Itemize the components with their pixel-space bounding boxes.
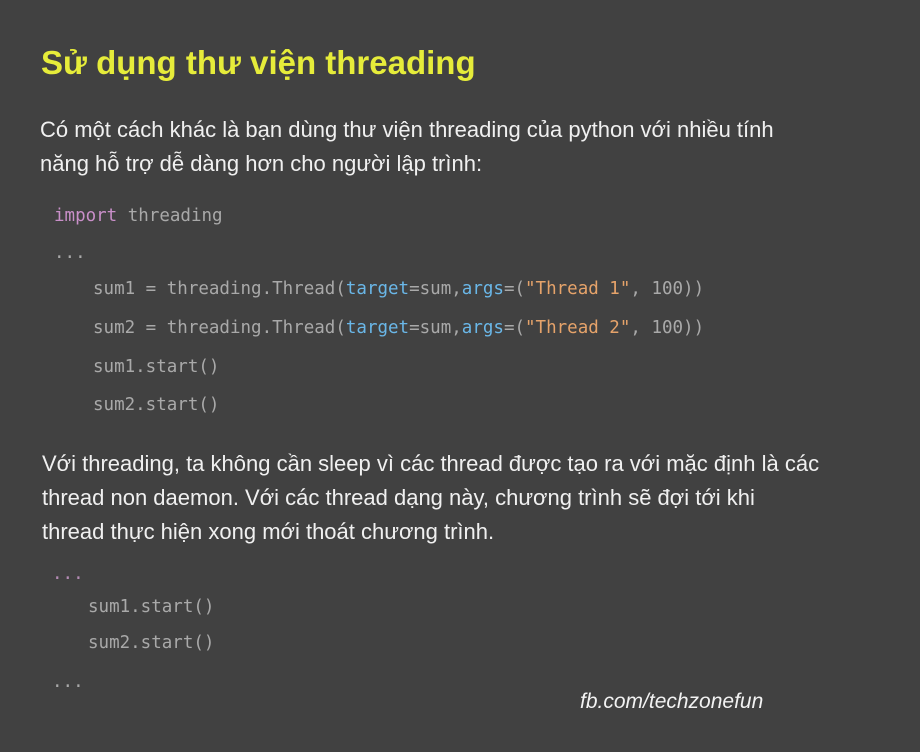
code-sum1-line: sum1 = threading.Thread(target=sum,args=… [93,277,704,301]
code-block-1: import threading ... sum1 = threading.Th… [54,204,704,415]
code-sum1-eq1: =sum, [409,279,462,299]
code-sum1-post: , 100)) [630,279,705,299]
code-start1-line: sum1.start() [93,357,220,377]
explanation-paragraph: Với threading, ta không cần sleep vì các… [42,447,892,549]
code2-start1-line: sum1.start() [88,597,215,617]
intro-line-1: Có một cách khác là bạn dùng thư viện th… [40,117,774,142]
code-start2-line: sum2.start() [93,395,220,415]
code-sum2-args: args [461,318,504,338]
explanation-line-2: thread non daemon. Với các thread dạng n… [42,485,755,510]
code-block-2: ... sum1.start() sum2.start() ... [52,562,214,692]
code-sum2-eq2: =( [503,318,526,338]
explanation-line-3: thread thực hiện xong mới thoát chương t… [42,519,495,544]
code-sum1-target: target [345,279,410,299]
code-sum2-line: sum2 = threading.Thread(target=sum,args=… [93,316,704,340]
credit-link: fb.com/techzonefun [580,690,764,713]
code-sum1-pre: sum1 = threading.Thread( [93,279,346,299]
code2-start2-line: sum2.start() [88,633,215,653]
explanation-line-1: Với threading, ta không cần sleep vì các… [42,451,820,476]
code-sum2-eq1: =sum, [409,318,462,338]
intro-paragraph: Có một cách khác là bạn dùng thư viện th… [40,113,890,181]
code-sum2-string: "Thread 2" [525,318,631,338]
import-keyword: import [54,206,118,226]
code2-ellipsis-bottom: ... [52,672,84,692]
code-sum1-string: "Thread 1" [525,279,631,299]
intro-line-2: năng hỗ trợ dễ dàng hơn cho người lập tr… [40,151,483,176]
code-sum1-eq2: =( [503,279,526,299]
code-sum2-post: , 100)) [630,318,705,338]
code-import-line: import threading [54,204,223,228]
import-module: threading [117,206,223,226]
code-sum2-pre: sum2 = threading.Thread( [93,318,346,338]
code-sum1-args: args [461,279,504,299]
code-sum2-target: target [345,318,410,338]
page-title: Sử dụng thư viện threading [41,44,476,81]
code2-ellipsis-top: ... [52,564,84,584]
code-ellipsis: ... [54,243,86,263]
